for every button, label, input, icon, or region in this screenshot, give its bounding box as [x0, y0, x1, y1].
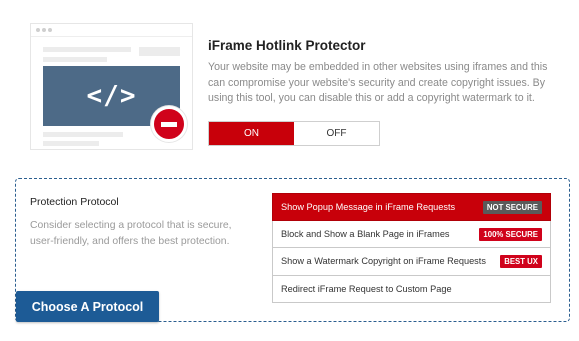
choose-protocol-button[interactable]: Choose A Protocol	[16, 291, 159, 322]
protocol-option-blank-page[interactable]: Block and Show a Blank Page in iFrames 1…	[272, 220, 551, 248]
protocol-option-popup[interactable]: Show Popup Message in iFrame Requests NO…	[272, 193, 551, 221]
protocol-description: Consider selecting a protocol that is se…	[30, 220, 232, 247]
status-badge: BEST UX	[500, 255, 542, 268]
page-title: iFrame Hotlink Protector	[208, 38, 366, 53]
window-dot	[42, 28, 46, 32]
window-dot	[36, 28, 40, 32]
window-dot	[48, 28, 52, 32]
option-label: Redirect iFrame Request to Custom Page	[281, 283, 452, 294]
status-badge: NOT SECURE	[482, 201, 542, 214]
protocol-options: Show Popup Message in iFrame Requests NO…	[272, 193, 551, 303]
browser-bar	[31, 24, 192, 37]
status-badge: 100% SECURE	[479, 227, 542, 241]
toggle-off-button[interactable]: OFF	[294, 122, 379, 145]
on-off-toggle: ON OFF	[208, 121, 380, 146]
placeholder-line	[43, 47, 131, 52]
placeholder-block	[139, 47, 180, 56]
protocol-title: Protection Protocol	[30, 196, 119, 208]
option-label: Block and Show a Blank Page in iFrames	[281, 228, 450, 239]
option-label: Show a Watermark Copyright on iFrame Req…	[281, 256, 486, 267]
toggle-on-button[interactable]: ON	[209, 122, 294, 145]
placeholder-line	[43, 57, 107, 62]
stop-icon	[151, 106, 187, 142]
placeholder-line	[43, 141, 99, 146]
placeholder-line	[43, 132, 123, 137]
protocol-option-watermark[interactable]: Show a Watermark Copyright on iFrame Req…	[272, 248, 551, 276]
tool-description: Your website may be embedded in other we…	[208, 61, 548, 104]
protocol-option-redirect[interactable]: Redirect iFrame Request to Custom Page	[272, 275, 551, 303]
option-label: Show Popup Message in iFrame Requests	[281, 201, 456, 212]
tool-illustration: </>	[30, 23, 193, 150]
